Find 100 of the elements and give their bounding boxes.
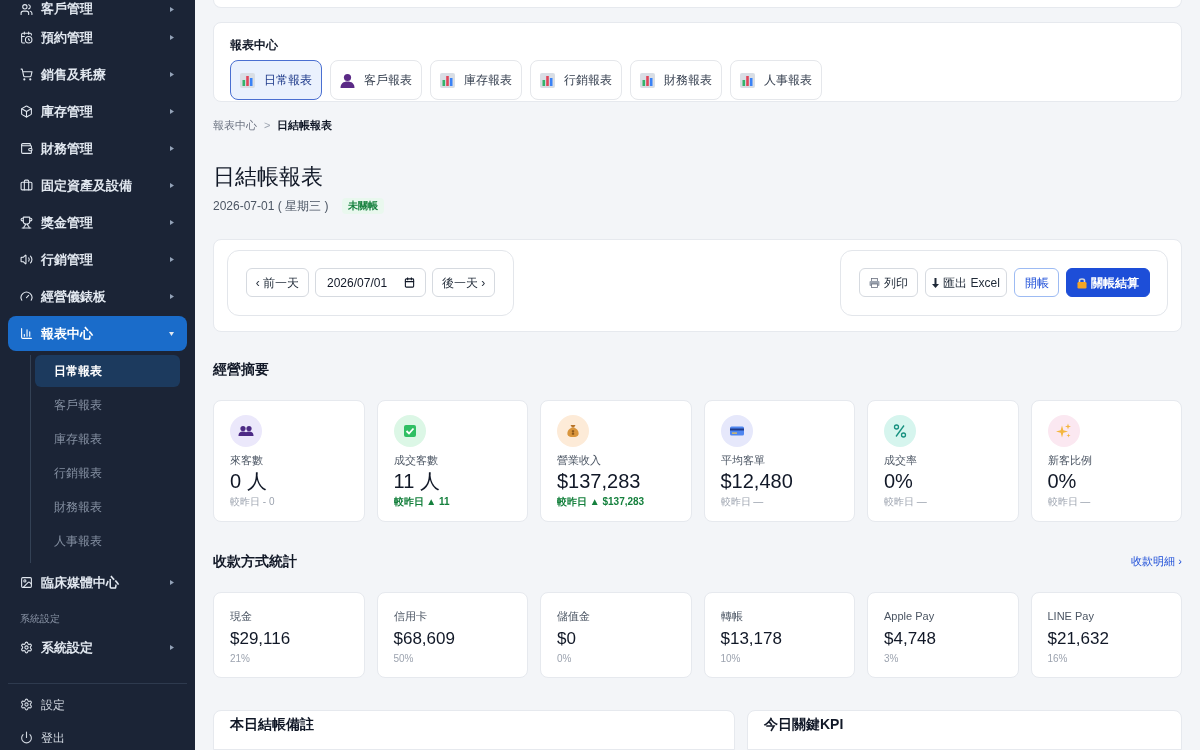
payment-share: 0% (557, 652, 572, 666)
sidebar-item[interactable]: 客戶管理 (8, 0, 187, 18)
payment-label: 信用卡 (393, 609, 427, 624)
gauge-icon (20, 290, 33, 303)
sidebar-item[interactable]: 獎金管理 (8, 205, 187, 240)
sidebar-subitem[interactable]: 客戶報表 (35, 389, 180, 421)
payment-details-link[interactable]: 收款明細 › (1131, 553, 1182, 569)
sidebar-item[interactable]: 報表中心 (8, 316, 187, 351)
bar-chart-icon (640, 72, 655, 88)
payment-amount: $68,609 (393, 628, 455, 650)
print-button[interactable]: 列印 (859, 268, 918, 298)
payment-label: 儲值金 (557, 609, 590, 624)
stat-value: 0 人 (230, 469, 267, 494)
sidebar-subitem[interactable]: 庫存報表 (35, 423, 180, 455)
calendar-icon (20, 31, 33, 44)
panel-title: 本日結帳備註 (230, 717, 314, 732)
cart-icon (20, 68, 33, 81)
payment-amount: $13,178 (720, 628, 782, 650)
sidebar-section-label: 系統設定 (19, 612, 61, 626)
report-tab[interactable]: 日常報表 (230, 60, 322, 100)
close-out-button[interactable]: 關帳結算 (1066, 268, 1150, 298)
report-tab[interactable]: 客戶報表 (330, 60, 422, 100)
report-tab[interactable]: 庫存報表 (430, 60, 522, 100)
sidebar-item[interactable]: 固定資產及設備 (8, 168, 187, 203)
prev-day-button[interactable]: ‹ 前一天 (246, 268, 309, 298)
stat-value: $137,283 (557, 469, 641, 494)
report-date: 2026-07-01 ( 星期三 ) (213, 197, 329, 215)
briefcase-icon (20, 179, 33, 192)
stat-label: 成交率 (884, 453, 917, 468)
section-title: 收款方式統計 (213, 552, 297, 571)
speaker-icon (20, 253, 33, 266)
payment-label: 轉帳 (720, 609, 743, 624)
stat-value: 0% (884, 469, 913, 494)
sidebar-footer-item[interactable]: 登出 (8, 721, 187, 750)
printer-icon (869, 277, 880, 288)
sidebar-subitem[interactable]: 行銷報表 (35, 457, 180, 489)
stat-change: 較昨日 — (884, 495, 927, 509)
payment-amount: $4,748 (884, 628, 936, 650)
panel-title: 今日關鍵KPI (764, 717, 844, 732)
bar-chart-icon (540, 72, 555, 88)
bar-chart-icon (240, 72, 255, 88)
payment-share: 50% (393, 652, 414, 666)
payment-amount: $29,116 (230, 628, 291, 650)
trophy-icon (20, 216, 33, 229)
percent-icon (884, 415, 916, 447)
date-field[interactable]: 2026/07/01 (315, 268, 426, 298)
breadcrumb-link[interactable]: 報表中心 (213, 116, 257, 133)
sidebar-subitem[interactable]: 財務報表 (35, 491, 180, 523)
breadcrumb-separator: > (264, 117, 271, 133)
credit-card-icon (720, 415, 753, 447)
sidebar-item[interactable]: 庫存管理 (8, 94, 187, 129)
sidebar-footer-item[interactable]: 設定 (8, 688, 187, 721)
sidebar-item[interactable]: 臨床媒體中心 (8, 565, 187, 600)
sidebar-item[interactable]: 銷售及耗療 (8, 57, 187, 92)
money-bag-icon (557, 415, 589, 447)
payment-share: 16% (1047, 652, 1068, 666)
section-title: 經營摘要 (213, 360, 270, 379)
sidebar-item[interactable]: 財務管理 (8, 131, 187, 166)
payment-share: 10% (720, 652, 741, 666)
lock-icon (1077, 276, 1087, 289)
card-title: 報表中心 (230, 37, 279, 53)
payment-amount: $21,632 (1047, 628, 1109, 650)
stat-change: 較昨日 — (720, 495, 764, 509)
stat-label: 成交客數 (393, 453, 438, 468)
report-tab[interactable]: 人事報表 (730, 60, 822, 100)
sparkles-icon (1047, 415, 1080, 447)
report-tab[interactable]: 行銷報表 (530, 60, 622, 100)
payment-amount: $0 (557, 628, 576, 650)
down-arrow-icon (932, 277, 940, 288)
stat-label: 平均客單 (720, 453, 765, 468)
sidebar-item[interactable]: 系統設定 (8, 630, 187, 665)
payment-label: LINE Pay (1047, 609, 1094, 624)
stat-label: 營業收入 (557, 453, 601, 468)
stat-label: 來客數 (230, 453, 263, 468)
export-button[interactable]: 匯出 Excel (925, 268, 1007, 298)
payment-share: 21% (230, 652, 250, 666)
stat-change: 較昨日 ▲ $137,283 (557, 495, 645, 509)
stat-change: 較昨日 - 0 (230, 495, 275, 509)
status-badge: 未關帳 (342, 197, 385, 214)
users-icon (20, 2, 33, 16)
report-tab[interactable]: 財務報表 (630, 60, 722, 100)
sidebar-item[interactable]: 經營儀錶板 (8, 279, 187, 314)
stat-value: 11 人 (393, 469, 440, 494)
person-icon (340, 72, 355, 88)
sidebar-subitem[interactable]: 人事報表 (35, 525, 180, 557)
next-day-button[interactable]: 後一天 › (432, 268, 495, 298)
open-button[interactable]: 開帳 (1014, 268, 1059, 298)
checkbox-icon (393, 415, 426, 447)
sidebar-subitem[interactable]: 日常報表 (35, 355, 180, 387)
bar-chart-icon (440, 72, 455, 88)
image-icon (20, 576, 33, 589)
payment-share: 3% (884, 652, 899, 666)
sidebar-item[interactable]: 行銷管理 (8, 242, 187, 277)
stat-value: $12,480 (720, 469, 793, 494)
settings-icon (20, 641, 33, 654)
stat-label: 新客比例 (1047, 453, 1092, 468)
page-title: 日結帳報表 (213, 162, 323, 191)
bar-chart-icon (740, 72, 755, 88)
sidebar-item[interactable]: 預約管理 (8, 20, 187, 55)
power-icon (20, 731, 33, 744)
